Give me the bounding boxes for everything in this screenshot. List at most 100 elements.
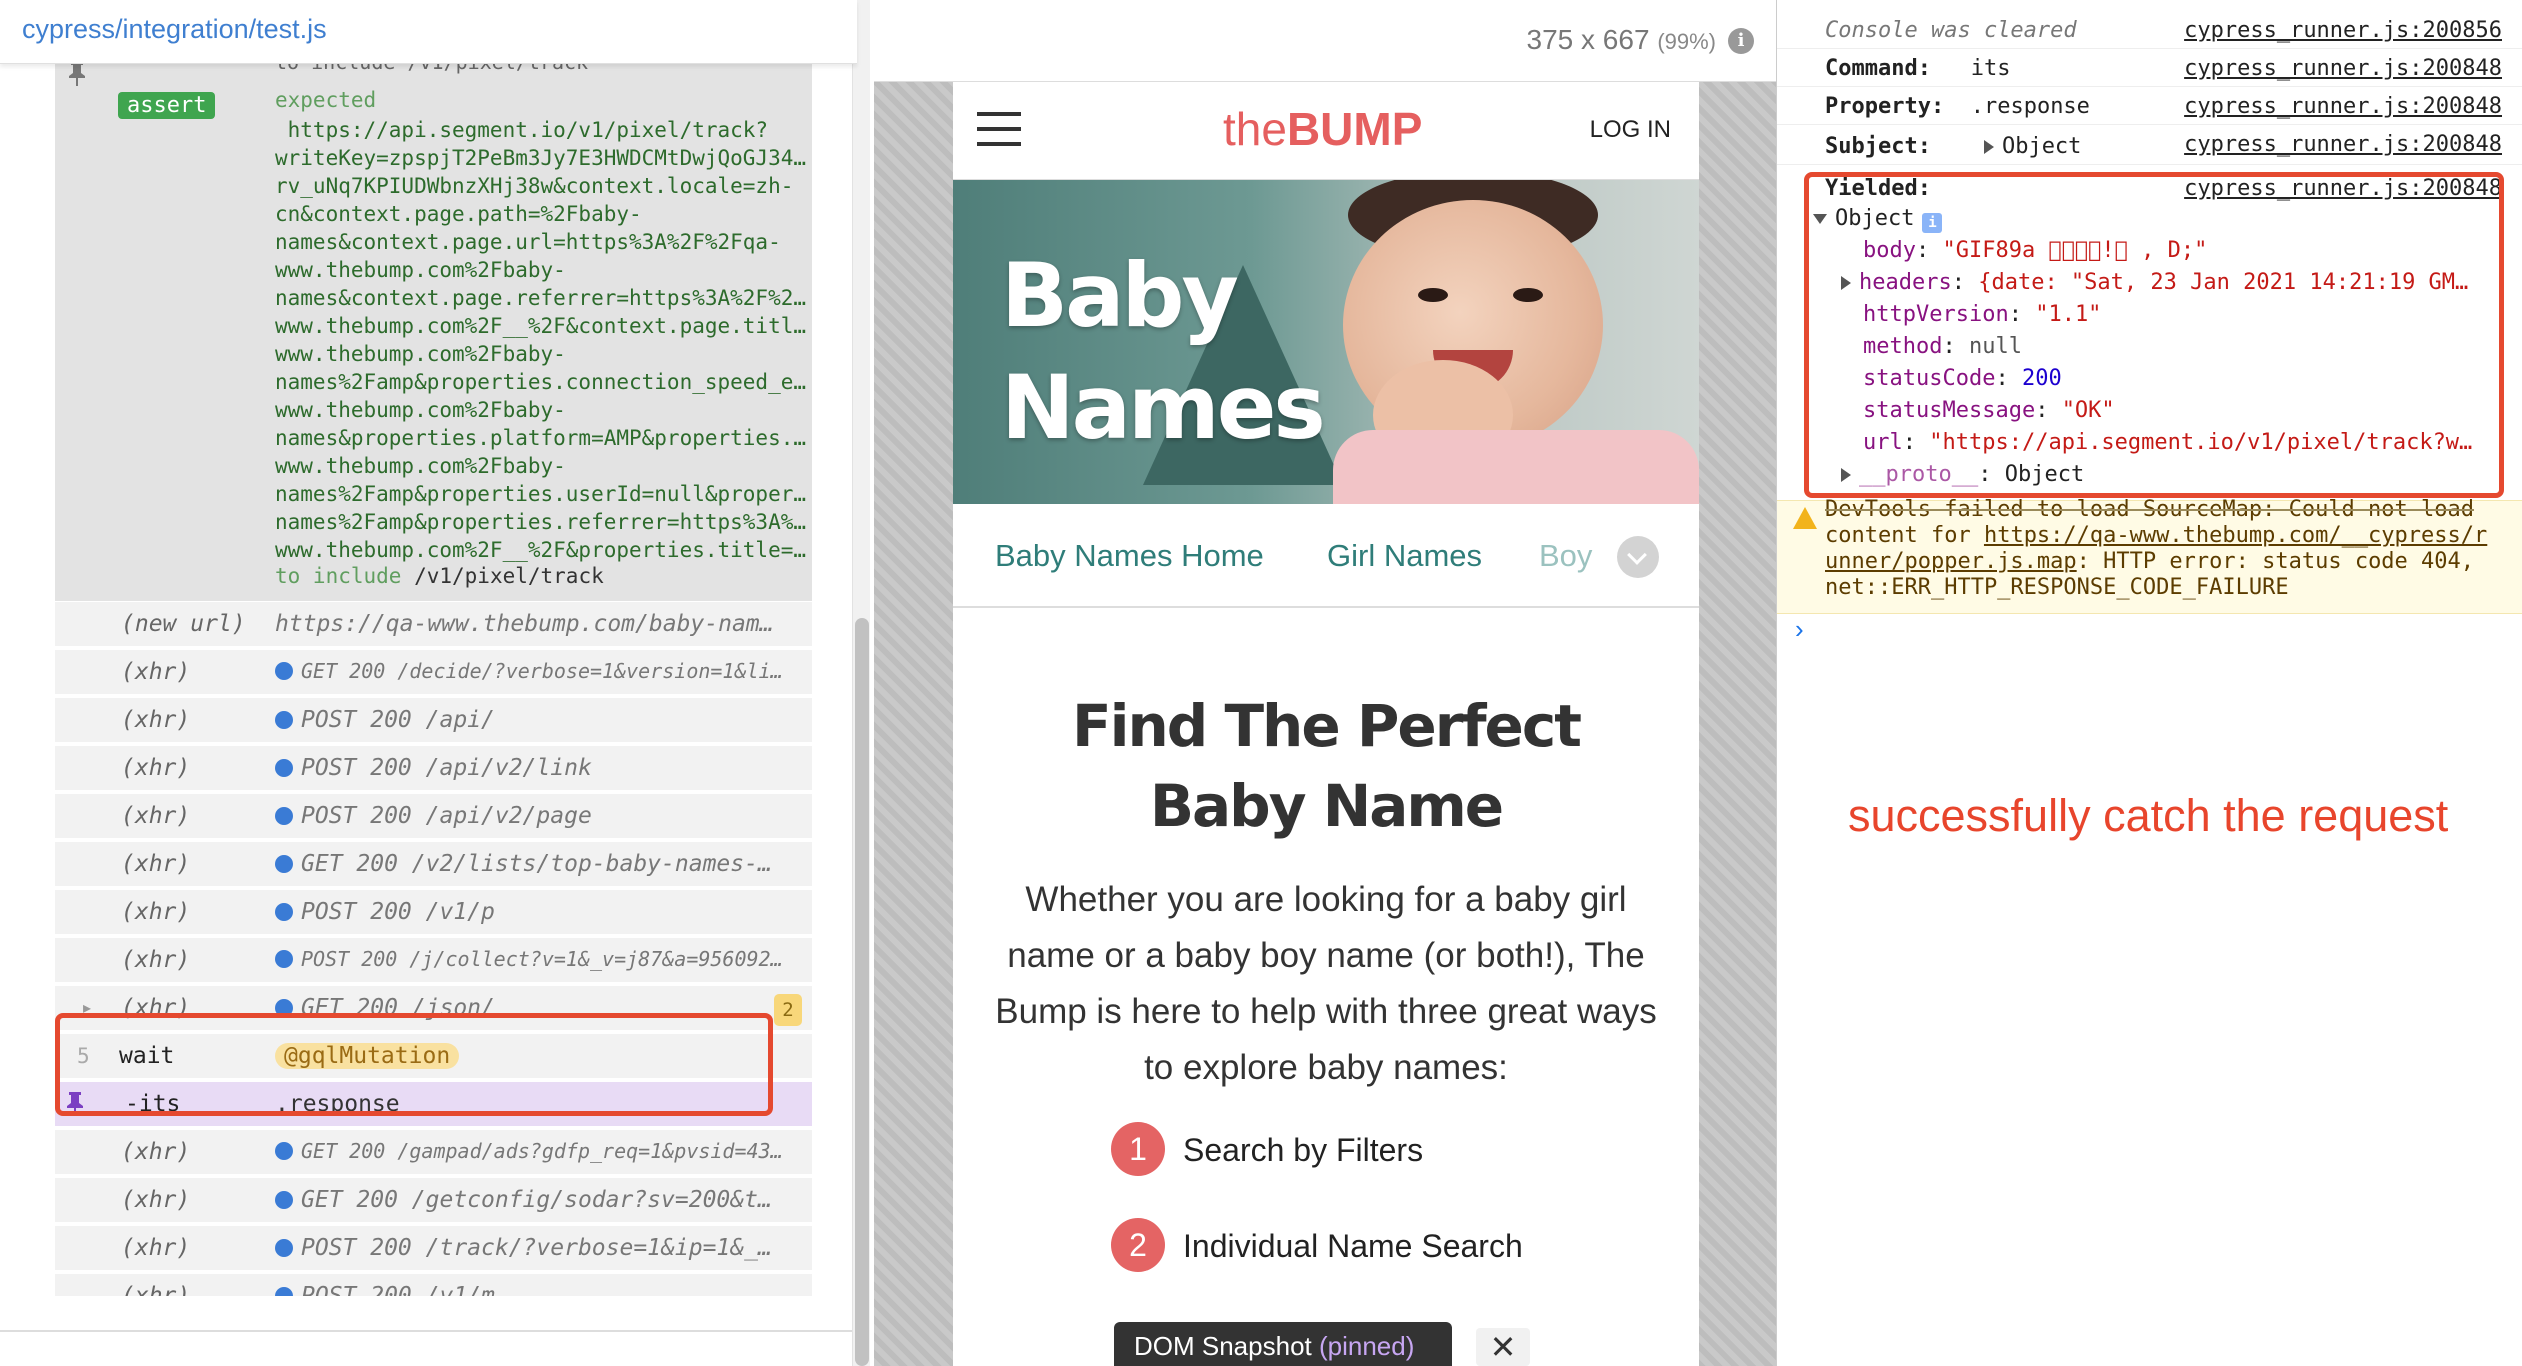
log-row-xhr[interactable]: (xhr) POST 200 /v1/m (55, 1274, 812, 1296)
viewport-header: 375 x 667 (99%) i (874, 0, 1776, 82)
expand-caret-icon[interactable] (1983, 140, 1994, 154)
assert-badge: assert (118, 92, 216, 119)
annotation-text: successfully catch the request (1848, 790, 2449, 841)
log-row-xhr[interactable]: (xhr) GET 200 /v2/lists/top-baby-names-… (55, 842, 812, 888)
assert-command-block[interactable]: to include /v1/pixel/track assert expect… (55, 54, 812, 601)
subject-line[interactable]: Subject: Object (1825, 134, 2081, 159)
log-row-xhr[interactable]: (xhr) POST 200 /track/?verbose=1&ip=1&_… (55, 1226, 812, 1272)
login-link[interactable]: LOG IN (1590, 116, 1671, 144)
info-icon[interactable]: i (1728, 28, 1754, 54)
hamburger-menu-icon[interactable] (977, 112, 1021, 157)
request-count-badge: 2 (774, 994, 802, 1026)
hero-banner: Baby Names (953, 180, 1699, 504)
intro-paragraph: Whether you are looking for a baby girl … (995, 880, 1657, 1087)
spec-file-path-link[interactable]: cypress/integration/test.js (22, 14, 327, 45)
baby-body (1333, 430, 1699, 504)
warning-text: DevTools failed to load SourceMap: Could… (1825, 497, 2488, 600)
hero-title: Baby Names (1001, 244, 1326, 459)
log-row-label: (xhr) (121, 803, 191, 829)
step-label: Individual Name Search (1183, 1228, 1523, 1264)
sourcemap-link[interactable]: unner/popper.js.map (1825, 549, 2077, 574)
divider (0, 1330, 857, 1332)
log-row-xhr[interactable]: (xhr) POST 200 /api/v2/link (55, 746, 812, 792)
log-row-label: (xhr) (121, 1139, 191, 1165)
site-header: theBUMP LOG IN (953, 82, 1699, 180)
xhr-status-dot-icon (275, 662, 293, 680)
source-link[interactable]: cypress_runner.js:200848 (2184, 94, 2502, 119)
log-row-message: POST 200 /j/collect?v=1&_v=j87&a=956092… (275, 947, 805, 971)
viewport-size: 375 x 667 (99%) (1526, 24, 1716, 55)
log-row-xhr[interactable]: (xhr) POST 200 /j/collect?v=1&_v=j87&a=9… (55, 938, 812, 984)
tab-baby-names-home[interactable]: Baby Names Home (995, 538, 1264, 574)
source-link[interactable]: cypress_runner.js:200848 (2184, 56, 2502, 81)
log-row-label: (xhr) (121, 707, 191, 733)
xhr-status-dot-icon (275, 855, 293, 873)
xhr-status-dot-icon (275, 1287, 293, 1296)
console-divider (1777, 164, 2522, 165)
spec-file-bar: cypress/integration/test.js (0, 0, 857, 64)
highlight-box-yielded-object (1804, 172, 2504, 498)
source-link[interactable]: cypress_runner.js:200848 (2184, 132, 2502, 157)
command-log-panel: to include /v1/pixel/track assert expect… (0, 0, 870, 1366)
console-divider (1777, 124, 2522, 125)
baby-eye (1513, 288, 1543, 302)
names-tab-bar: Baby Names Home Girl Names Boy (953, 504, 1699, 608)
log-row-xhr[interactable]: (xhr) GET 200 /gampad/ads?gdfp_req=1&pvs… (55, 1130, 812, 1176)
close-snapshot-button[interactable]: ✕ (1476, 1328, 1530, 1366)
log-row-message: POST 200 /track/?verbose=1&ip=1&_… (275, 1235, 805, 1261)
tab-girl-names[interactable]: Girl Names (1327, 538, 1482, 574)
log-row-message: POST 200 /api/ (275, 707, 805, 733)
log-row-message: POST 200 /api/v2/page (275, 803, 805, 829)
xhr-status-dot-icon (275, 807, 293, 825)
log-row-message: https://qa-www.thebump.com/baby-nam… (275, 611, 774, 637)
log-row-label: (xhr) (121, 899, 191, 925)
log-row-label: (xhr) (121, 947, 191, 973)
step-item[interactable]: 1 Search by Filters (1111, 1122, 1631, 1178)
log-row-label: (xhr) (121, 1283, 191, 1296)
xhr-status-dot-icon (275, 759, 293, 777)
log-row-xhr[interactable]: (xhr) POST 200 /api/ (55, 698, 812, 744)
log-row-label: (new url) (121, 611, 246, 637)
log-row-xhr[interactable]: (xhr) GET 200 /decide/?verbose=1&version… (55, 650, 812, 696)
dom-snapshot-indicator: DOM Snapshot (pinned) (1114, 1322, 1452, 1366)
xhr-status-dot-icon (275, 950, 293, 968)
assert-expected-url: https://api.segment.io/v1/pixel/track? wr… (275, 118, 807, 562)
sourcemap-link[interactable]: https://qa-www.thebump.com/__cypress/r (1984, 523, 2487, 548)
baby-eye (1418, 288, 1448, 302)
log-row-xhr[interactable]: (xhr) GET 200 /getconfig/sodar?sv=200&t… (55, 1178, 812, 1224)
log-row-xhr[interactable]: (xhr) POST 200 /api/v2/page (55, 794, 812, 840)
console-cleared-message: Console was cleared (1825, 18, 2077, 43)
command-line: Command: its (1825, 56, 2011, 81)
log-row-new-url[interactable]: (new url) https://qa-www.thebump.com/bab… (55, 602, 812, 648)
assert-to-include: to include /v1/pixel/track (275, 564, 604, 588)
log-row-message: GET 200 /decide/?verbose=1&version=1&li… (275, 659, 805, 683)
xhr-status-dot-icon (275, 1239, 293, 1257)
log-row-label: (xhr) (121, 851, 191, 877)
log-row-message: GET 200 /getconfig/sodar?sv=200&t… (275, 1187, 805, 1213)
assert-expected-label: expected (275, 88, 377, 112)
scrollbar-thumb[interactable] (855, 618, 869, 1366)
warning-icon (1793, 507, 1817, 529)
log-row-label: (xhr) (121, 755, 191, 781)
log-row-xhr[interactable]: (xhr) POST 200 /v1/p (55, 890, 812, 936)
step-item[interactable]: 2 Individual Name Search (1111, 1218, 1631, 1274)
log-row-message: POST 200 /v1/p (275, 899, 805, 925)
xhr-status-dot-icon (275, 711, 293, 729)
log-row-label: (xhr) (121, 1235, 191, 1261)
xhr-status-dot-icon (275, 903, 293, 921)
console-prompt[interactable]: › (1795, 614, 1804, 645)
sourcemap-warning: DevTools failed to load SourceMap: Could… (1777, 497, 2522, 614)
log-row-label: (xhr) (121, 659, 191, 685)
page-heading: Find The Perfect Baby Name (1071, 692, 1582, 840)
aut-panel: 375 x 667 (99%) i theBUMP LOG IN Baby Nam… (874, 0, 1776, 1366)
xhr-status-dot-icon (275, 1191, 293, 1209)
source-link[interactable]: cypress_runner.js:200856 (2184, 18, 2502, 43)
log-row-label: (xhr) (121, 1187, 191, 1213)
command-log-scrollbar[interactable] (852, 0, 870, 1366)
highlight-box-its-command (55, 1013, 773, 1116)
site-logo[interactable]: theBUMP (1223, 102, 1422, 156)
tab-boy-names[interactable]: Boy (1539, 538, 1592, 574)
step-label: Search by Filters (1183, 1132, 1424, 1168)
log-row-message: POST 200 /api/v2/link (275, 755, 805, 781)
chevron-down-icon[interactable] (1617, 536, 1659, 578)
